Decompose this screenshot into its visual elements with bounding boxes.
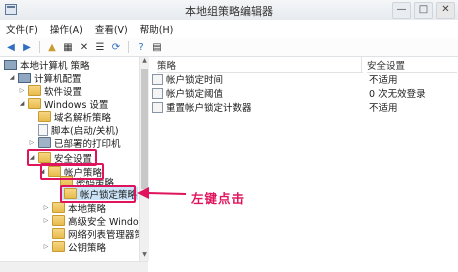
annotation-label: 左键点击 [191,191,246,206]
group-policy-editor-window: 本地组策略编辑器 — □ ✕ 文件(F) 操作(A) 查看(V) 帮助(H) ◀… [0,0,458,272]
annotation-arrow-icon [137,187,187,199]
